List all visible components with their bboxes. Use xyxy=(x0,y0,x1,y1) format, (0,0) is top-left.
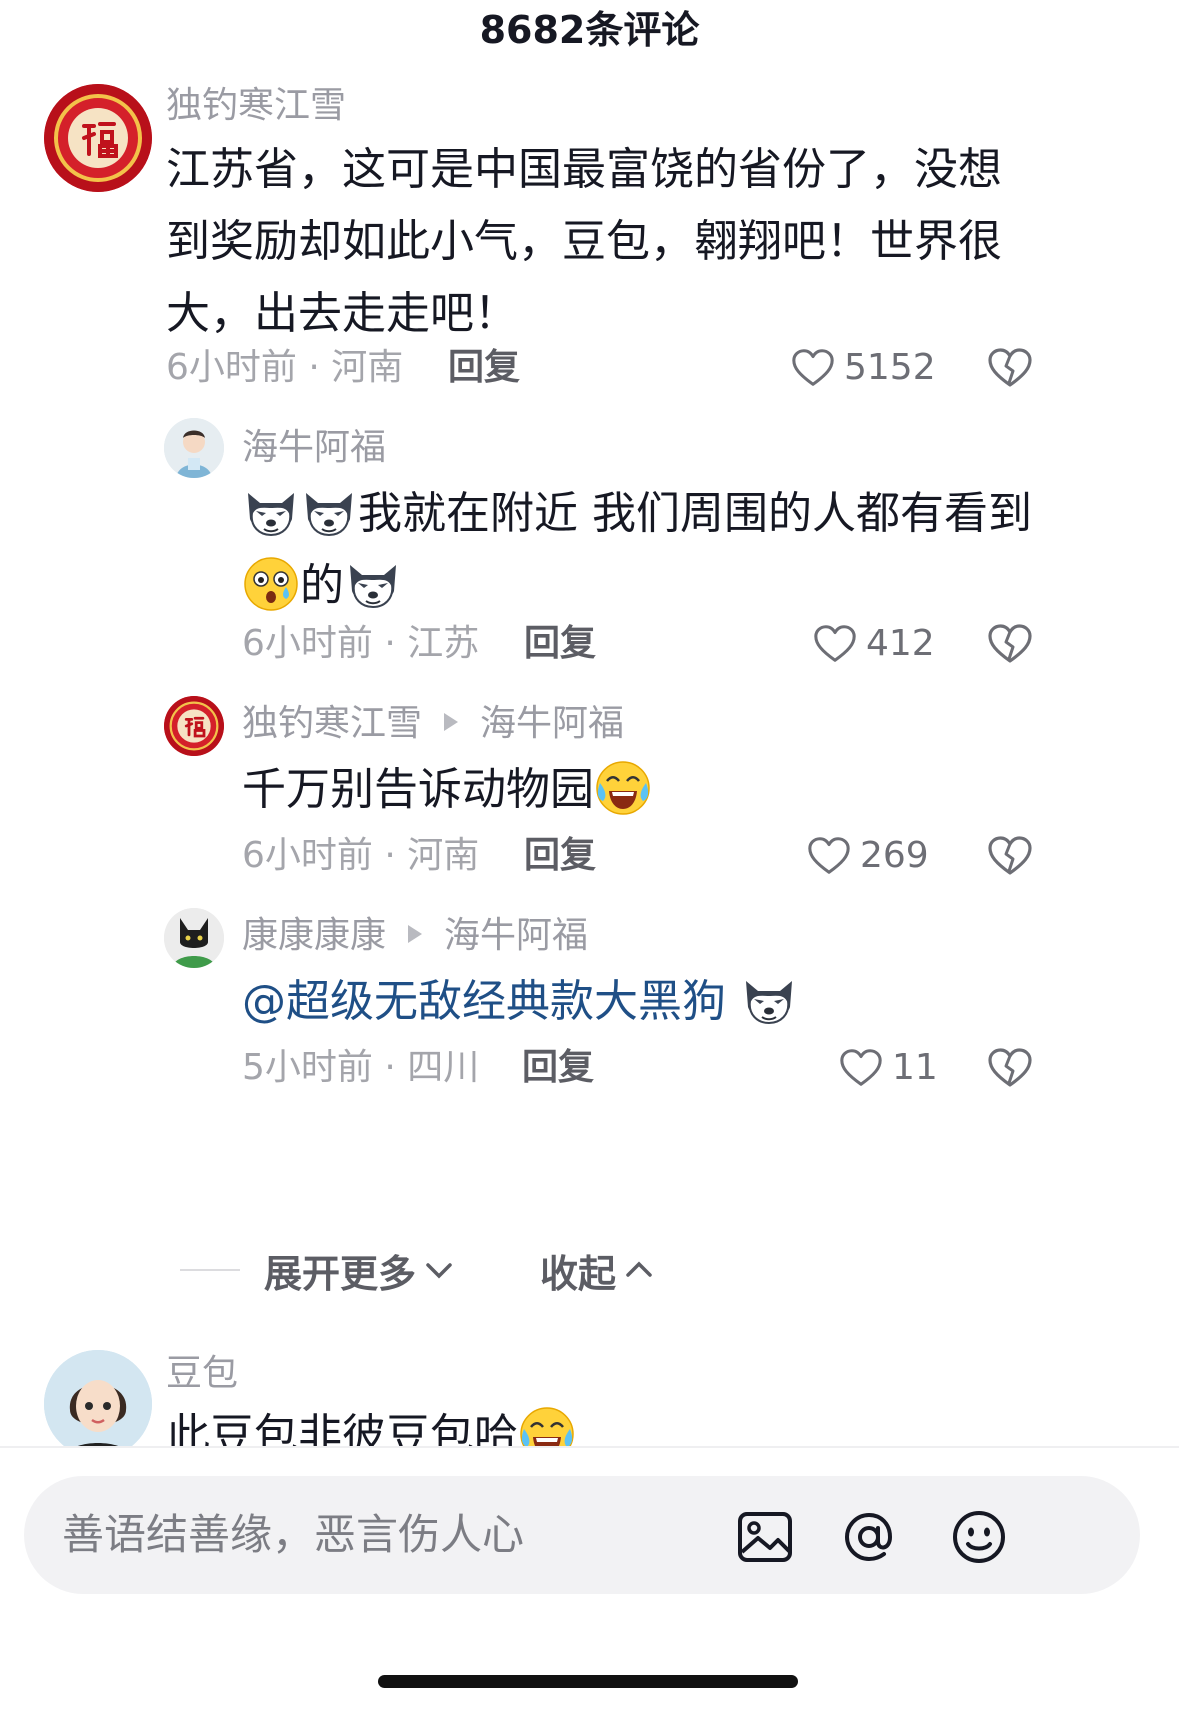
like-count: 269 xyxy=(860,835,929,876)
avatar[interactable] xyxy=(164,908,224,968)
reply-meta: 5小时前 · 四川 xyxy=(242,1047,480,1088)
reply-arrow-icon xyxy=(444,713,459,731)
mention-link[interactable]: @超级无敌经典款大黑狗 xyxy=(242,976,726,1027)
divider xyxy=(180,1269,240,1271)
comment-text: 此豆包非彼豆包哈 xyxy=(166,1400,1026,1446)
reply-arrow-icon xyxy=(408,925,423,943)
like-count: 11 xyxy=(892,1047,938,1088)
input-placeholder: 善语结善缘，恶言伤人心 xyxy=(62,1510,525,1559)
reply-meta: 6小时前 · 河南 xyxy=(242,835,480,876)
reply-text-part: 千万别告诉动物园 xyxy=(242,764,594,815)
broken-heart-icon[interactable] xyxy=(986,620,1034,668)
like-button[interactable]: 11 xyxy=(838,1044,938,1092)
reply-button[interactable]: 回复 xyxy=(522,1044,594,1092)
expand-more-label: 展开更多 xyxy=(264,1251,417,1296)
chevron-up-icon xyxy=(626,1261,652,1277)
reply-meta: 6小时前 · 江苏 xyxy=(242,623,480,664)
comment-meta: 6小时前 · 河南 xyxy=(166,347,404,388)
expand-more-button[interactable]: 展开更多 xyxy=(264,1243,456,1298)
cartoon-avatar-icon xyxy=(164,418,224,478)
replier-name-text[interactable]: 康康康康 xyxy=(242,915,386,956)
fu-avatar-icon xyxy=(44,84,152,192)
collapse-button[interactable]: 收起 xyxy=(540,1243,656,1298)
at-icon[interactable] xyxy=(838,1506,900,1568)
avatar[interactable] xyxy=(44,1350,152,1446)
reply-button[interactable]: 回复 xyxy=(524,832,596,880)
collapse-label: 收起 xyxy=(540,1251,617,1296)
reply-to-name[interactable]: 海牛阿福 xyxy=(444,915,588,956)
wolf-emoji-icon xyxy=(242,483,300,541)
reply-text: 我就在附近 我们周围的人都有看到的 xyxy=(242,478,1042,622)
wolf-emoji-icon xyxy=(344,555,402,613)
avatar[interactable] xyxy=(44,84,152,192)
like-count: 412 xyxy=(866,623,935,664)
heart-icon xyxy=(790,345,836,391)
like-button[interactable]: 412 xyxy=(812,620,935,668)
reply-text: 千万别告诉动物园 xyxy=(242,754,1042,826)
comment-item-partial: 豆包 此豆包非彼豆包哈 xyxy=(0,1350,1179,1446)
heart-icon xyxy=(838,1045,884,1091)
broken-heart-icon[interactable] xyxy=(986,1044,1034,1092)
replier-name[interactable]: 海牛阿福 xyxy=(242,424,386,472)
fu-avatar-icon xyxy=(164,696,224,756)
broken-heart-icon[interactable] xyxy=(986,344,1034,392)
heart-icon xyxy=(812,621,858,667)
avatar[interactable] xyxy=(164,418,224,478)
wolf-emoji-icon xyxy=(740,971,798,1029)
comment-input[interactable]: 善语结善缘，恶言伤人心 xyxy=(24,1476,1140,1594)
like-count: 5152 xyxy=(844,347,936,388)
reply-to-name[interactable]: 海牛阿福 xyxy=(480,703,624,744)
expand-collapse-row: 展开更多 收起 xyxy=(180,1242,656,1298)
image-icon[interactable] xyxy=(734,1506,796,1568)
reply-button[interactable]: 回复 xyxy=(524,620,596,668)
comment-count-title: 8682条评论 xyxy=(479,8,700,52)
crying-laughing-emoji-icon xyxy=(594,759,652,817)
comment-text-part: 此豆包非彼豆包哈 xyxy=(166,1410,518,1446)
avatar[interactable] xyxy=(164,696,224,756)
crying-laughing-emoji-icon xyxy=(518,1405,576,1446)
home-indicator[interactable] xyxy=(378,1675,798,1688)
doubao-avatar-icon xyxy=(44,1350,152,1446)
chevron-down-icon xyxy=(426,1263,452,1279)
emoji-icon[interactable] xyxy=(948,1506,1010,1568)
reply-text: @超级无敌经典款大黑狗 xyxy=(242,966,1042,1038)
commenter-name[interactable]: 豆包 xyxy=(166,1350,238,1398)
like-button[interactable]: 269 xyxy=(806,832,929,880)
wolf-emoji-icon xyxy=(300,483,358,541)
comment-text: 江苏省，这可是中国最富饶的省份了，没想到奖励却如此小气，豆包，翱翔吧！世界很大，… xyxy=(166,144,1002,339)
replier-name-text[interactable]: 独钓寒江雪 xyxy=(242,703,422,744)
commenter-name[interactable]: 独钓寒江雪 xyxy=(166,82,346,130)
heart-icon xyxy=(806,833,852,879)
broken-heart-icon[interactable] xyxy=(986,832,1034,880)
replier-name: 康康康康 海牛阿福 xyxy=(242,912,588,960)
reply-text-part: 我就在附近 我们周围的人都有看到 xyxy=(358,488,1032,539)
reply-button[interactable]: 回复 xyxy=(448,344,520,392)
input-divider xyxy=(0,1446,1179,1448)
shocked-emoji-icon xyxy=(242,555,300,613)
cat-avatar-icon xyxy=(164,908,224,968)
like-button[interactable]: 5152 xyxy=(790,344,936,392)
replier-name: 独钓寒江雪 海牛阿福 xyxy=(242,700,624,748)
reply-text-part: 的 xyxy=(300,560,344,611)
